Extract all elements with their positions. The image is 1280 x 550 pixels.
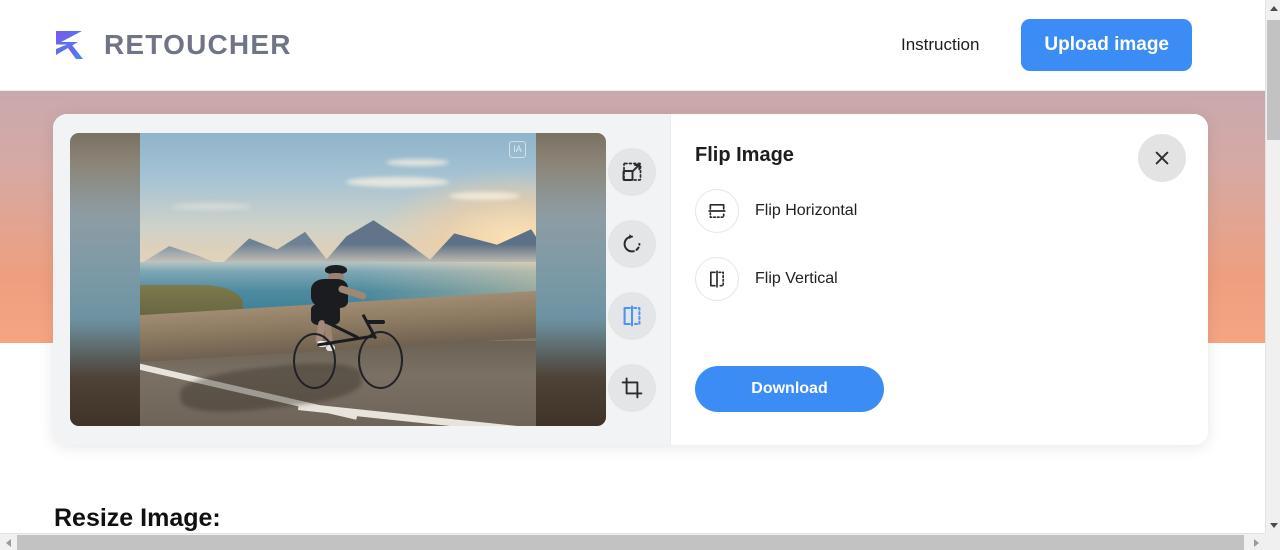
preview-photo: IA (140, 133, 536, 426)
close-icon (1155, 151, 1169, 165)
brand-logo[interactable]: RETOUCHER (52, 28, 292, 62)
flip-horizontal-icon (708, 204, 726, 218)
flip-horizontal-option[interactable]: Flip Horizontal (695, 189, 857, 233)
site-header: RETOUCHER Instruction Upload image (0, 0, 1265, 91)
photo-cyclist (293, 264, 404, 397)
horizontal-scrollbar-thumb[interactable] (17, 535, 1244, 550)
panel-title: Flip Image (695, 144, 794, 166)
scroll-left-button[interactable] (0, 534, 16, 550)
scroll-right-button[interactable] (1248, 534, 1264, 550)
download-button[interactable]: Download (695, 366, 884, 412)
scroll-down-button[interactable] (1266, 517, 1280, 533)
flip-horizontal-icon-wrap (695, 189, 739, 233)
instruction-link[interactable]: Instruction (901, 35, 979, 55)
bike-wheel-front (358, 330, 404, 389)
brand-name: RETOUCHER (104, 29, 292, 60)
retoucher-logo-icon (56, 31, 83, 59)
vertical-scrollbar[interactable] (1265, 0, 1280, 550)
photo-cloud (448, 191, 521, 200)
horizontal-scrollbar[interactable] (0, 533, 1280, 550)
vertical-scrollbar-thumb[interactable] (1267, 20, 1280, 140)
flip-vertical-icon (710, 270, 724, 288)
resize-image-heading: Resize Image: (54, 504, 221, 532)
flip-tool-button[interactable] (608, 292, 656, 340)
flip-vertical-option[interactable]: Flip Vertical (695, 257, 838, 301)
resize-tool-button[interactable] (608, 148, 656, 196)
flip-icon (623, 305, 641, 327)
editor-card: IA Flip Image Flip Horizontal Flip Verti… (53, 114, 1208, 445)
scroll-right-arrow-icon (1253, 538, 1259, 547)
rotate-icon (623, 234, 641, 253)
scroll-up-button[interactable] (1266, 0, 1280, 16)
scroll-left-arrow-icon (5, 538, 11, 547)
browser-viewport: RETOUCHER Instruction Upload image IA Fl… (0, 0, 1280, 550)
page-content: RETOUCHER Instruction Upload image IA Fl… (0, 0, 1265, 533)
image-preview-pane: IA (53, 114, 671, 445)
flip-controls-panel: Flip Image Flip Horizontal Flip Vertical… (671, 114, 1208, 445)
flip-horizontal-label: Flip Horizontal (755, 202, 858, 219)
scrollbar-corner (1265, 533, 1280, 550)
image-watermark: IA (509, 141, 526, 158)
crop-tool-button[interactable] (608, 364, 656, 412)
image-preview-frame[interactable]: IA (70, 133, 606, 426)
flip-vertical-label: Flip Vertical (755, 270, 838, 287)
close-panel-button[interactable] (1138, 134, 1186, 182)
rotate-tool-button[interactable] (608, 220, 656, 268)
header-actions: Instruction Upload image (901, 19, 1265, 71)
bike-handlebar (366, 320, 385, 325)
scroll-down-arrow-icon (1269, 522, 1278, 528)
editor-toolbar (608, 148, 656, 412)
resize-icon (622, 162, 642, 181)
scroll-up-arrow-icon (1269, 5, 1278, 11)
flip-vertical-icon-wrap (695, 257, 739, 301)
upload-image-button[interactable]: Upload image (1021, 19, 1192, 71)
crop-icon (621, 377, 643, 399)
